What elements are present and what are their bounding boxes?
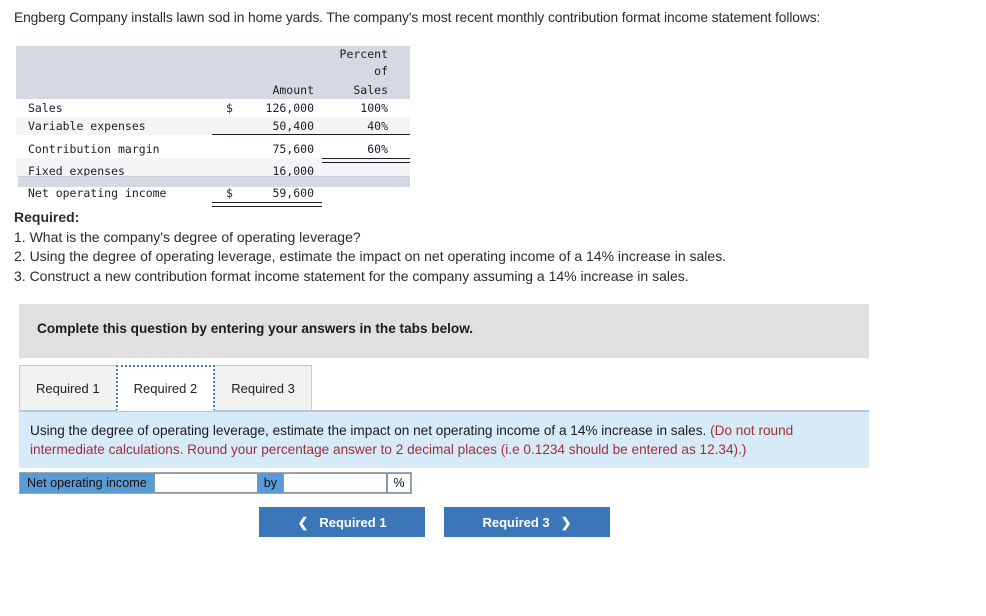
question-main-text: Using the degree of operating leverage, … bbox=[30, 423, 711, 438]
statement-footer-bar bbox=[16, 176, 410, 187]
required-item-2: 2. Using the degree of operating leverag… bbox=[14, 248, 727, 264]
prev-required-1-button[interactable]: ❮ Required 1 bbox=[259, 507, 425, 537]
table-row: Sales $126,000 100% bbox=[16, 99, 410, 117]
statement-header-amount: Amount bbox=[212, 80, 322, 99]
question-panel: Using the degree of operating leverage, … bbox=[19, 412, 869, 468]
required-item-3: 3. Construct a new contribution format i… bbox=[14, 267, 689, 284]
tab-label: Required 1 bbox=[36, 381, 100, 396]
table-row: Contribution margin 75,600 60% bbox=[16, 135, 410, 163]
statement-header-blank bbox=[16, 46, 212, 80]
tab-label: Required 2 bbox=[133, 380, 198, 396]
row-amount: $126,000 bbox=[212, 99, 322, 117]
row-label: Contribution margin bbox=[16, 135, 212, 158]
intro-text: Engberg Company installs lawn sod in hom… bbox=[14, 10, 821, 25]
row-percent: 100% bbox=[322, 99, 410, 117]
amount-value: 126,000 bbox=[265, 101, 314, 115]
required-heading: Required: bbox=[14, 209, 80, 225]
row-percent: 60% bbox=[322, 135, 410, 163]
net-operating-income-input[interactable] bbox=[153, 473, 258, 493]
percent-symbol: % bbox=[387, 473, 412, 493]
chevron-right-icon: ❯ bbox=[560, 514, 572, 530]
statement-header-percent-line2: Sales bbox=[322, 80, 410, 99]
amount-value: 59,600 bbox=[272, 186, 314, 200]
statement-header-amount-blank bbox=[212, 46, 322, 80]
required-section: Required: 1. What is the company's degre… bbox=[14, 208, 964, 286]
tab-required-2[interactable]: Required 2 bbox=[115, 365, 216, 411]
answer-row: Net operating income by % bbox=[19, 472, 413, 494]
instruction-bar-text: Complete this question by entering your … bbox=[37, 321, 474, 336]
row-amount: 75,600 bbox=[212, 135, 322, 158]
tab-label: Required 3 bbox=[231, 381, 295, 396]
dollar-sign: $ bbox=[226, 186, 233, 200]
prev-button-label: Required 1 bbox=[319, 514, 387, 530]
required-item-1: 1. What is the company's degree of opera… bbox=[14, 228, 361, 245]
row-label: Variable expenses bbox=[16, 117, 212, 135]
dollar-sign: $ bbox=[226, 101, 233, 115]
answer-row-label: Net operating income bbox=[20, 473, 154, 493]
tab-required-1[interactable]: Required 1 bbox=[19, 365, 117, 411]
table-row: Variable expenses 50,400 40% bbox=[16, 117, 410, 135]
chevron-left-icon: ❮ bbox=[297, 514, 309, 530]
percentage-change-input[interactable] bbox=[283, 473, 388, 493]
statement-header-label bbox=[16, 80, 212, 99]
instruction-bar: Complete this question by entering your … bbox=[19, 304, 869, 358]
tab-bar: Required 1 Required 2 Required 3 bbox=[19, 365, 312, 411]
next-button-label: Required 3 bbox=[482, 514, 550, 530]
tab-required-3[interactable]: Required 3 bbox=[214, 365, 312, 411]
row-amount: 50,400 bbox=[212, 117, 322, 135]
answer-row-connector: by bbox=[257, 473, 284, 493]
navigation-buttons: ❮ Required 1 Required 3 ❯ bbox=[259, 507, 610, 537]
statement-header-percent-line1: Percent of bbox=[322, 46, 410, 80]
row-percent: 40% bbox=[322, 117, 410, 135]
next-required-3-button[interactable]: Required 3 ❯ bbox=[444, 507, 610, 537]
question-text: Using the degree of operating leverage, … bbox=[30, 421, 870, 459]
row-label: Sales bbox=[16, 99, 212, 117]
